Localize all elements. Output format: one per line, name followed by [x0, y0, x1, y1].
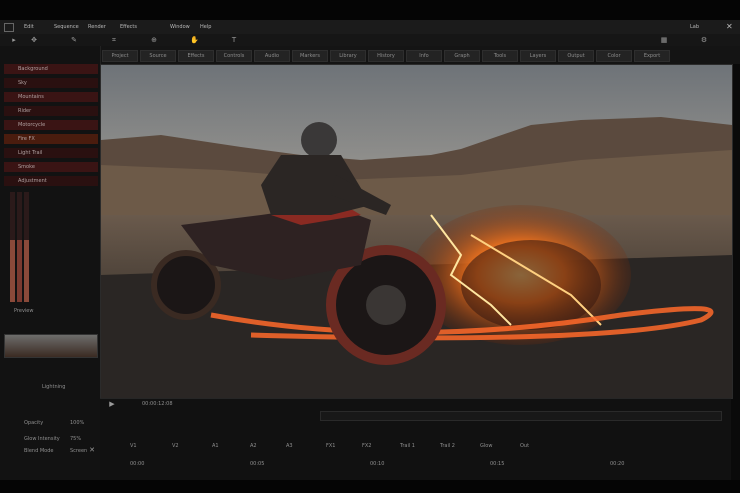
layer-row[interactable]: Sky	[4, 78, 98, 88]
layer-label: Motorcycle	[18, 122, 46, 128]
layer-row[interactable]: Smoke	[4, 162, 98, 172]
preview-thumbnail[interactable]	[4, 334, 98, 358]
settings-icon[interactable]: ⚙	[700, 36, 708, 44]
layer-row[interactable]: Background	[4, 64, 98, 74]
layer-label: Sky	[18, 80, 27, 86]
layer-row[interactable]: Motorcycle	[4, 120, 98, 130]
track-label: Trail 1	[400, 443, 415, 449]
menu-item-help[interactable]: Help	[200, 24, 211, 30]
timecode-marker: 00:20	[610, 461, 625, 467]
track-label: A1	[212, 443, 219, 449]
tab-output[interactable]: Output	[558, 50, 594, 62]
crop-tool-icon[interactable]: ⌗	[110, 36, 118, 44]
value-blend[interactable]: Screen	[70, 448, 87, 454]
layer-label: Light Trail	[18, 150, 43, 156]
scene-image	[101, 65, 732, 398]
track-label: A3	[286, 443, 293, 449]
prop-blend: Blend Mode	[24, 448, 54, 454]
menu-bar: Edit Sequence Render Effects Window Help…	[0, 20, 740, 34]
timeline-panel: 00:00:12:08 ▶ V1 V2 A1 A2 A3 FX1 FX2 Tra…	[100, 398, 731, 481]
zoom-tool-icon[interactable]: ⊕	[150, 36, 158, 44]
layer-label: Rider	[18, 108, 32, 114]
canvas-viewer[interactable]	[100, 64, 733, 399]
track-label: Trail 2	[440, 443, 455, 449]
value-glow[interactable]: 75%	[70, 436, 81, 442]
layers-panel: Background Sky Mountains Rider Motorcycl…	[0, 46, 101, 480]
menu-item-render[interactable]: Render	[88, 24, 106, 30]
track-label: Out	[520, 443, 530, 449]
menu-item-effects[interactable]: Effects	[120, 24, 137, 30]
effect-label: Lightning	[42, 384, 66, 390]
tab-info[interactable]: Info	[406, 50, 442, 62]
time-ruler[interactable]	[320, 411, 722, 421]
select-tool-icon[interactable]: ▸	[10, 36, 18, 44]
track-label: V2	[172, 443, 179, 449]
layer-row[interactable]: Adjustment	[4, 176, 98, 186]
prop-opacity: Opacity	[24, 420, 44, 426]
tab-project[interactable]: Project	[102, 50, 138, 62]
layer-label: Fire FX	[18, 136, 35, 142]
timecode: 00:00:12:08	[142, 401, 173, 407]
text-tool-icon[interactable]: T	[230, 36, 238, 44]
status-bar	[0, 480, 740, 493]
prop-glow: Glow Intensity	[24, 436, 60, 442]
title-bar	[0, 0, 740, 20]
value-opacity[interactable]: 100%	[70, 420, 84, 426]
track-label: A2	[250, 443, 257, 449]
blend-meter[interactable]	[24, 192, 29, 302]
grid-icon[interactable]: ▦	[660, 36, 668, 44]
tab-graph[interactable]: Graph	[444, 50, 480, 62]
layer-label: Adjustment	[18, 178, 47, 184]
pen-tool-icon[interactable]: ✎	[70, 36, 78, 44]
tab-color[interactable]: Color	[596, 50, 632, 62]
app-icon[interactable]	[4, 23, 14, 32]
layer-label: Smoke	[18, 164, 35, 170]
tab-effects[interactable]: Effects	[178, 50, 214, 62]
menu-item-window[interactable]: Window	[170, 24, 190, 30]
track-label: FX2	[362, 443, 372, 449]
track-label: V1	[130, 443, 137, 449]
reset-icon[interactable]: ✕	[88, 446, 96, 454]
track-label: FX1	[326, 443, 336, 449]
tab-markers[interactable]: Markers	[292, 50, 328, 62]
opacity-meter[interactable]	[10, 192, 15, 302]
layer-row[interactable]: Light Trail	[4, 148, 98, 158]
workspace-label[interactable]: Lab	[690, 24, 699, 30]
layer-row[interactable]: Fire FX	[4, 134, 98, 144]
timecode-marker: 00:10	[370, 461, 385, 467]
hand-tool-icon[interactable]: ✋	[190, 36, 199, 44]
tab-controls[interactable]: Controls	[216, 50, 252, 62]
panel-tabs: Project Source Effects Controls Audio Ma…	[100, 46, 740, 64]
tab-tools[interactable]: Tools	[482, 50, 518, 62]
menu-item-edit[interactable]: Edit	[24, 24, 34, 30]
move-tool-icon[interactable]: ✥	[30, 36, 38, 44]
tab-source[interactable]: Source	[140, 50, 176, 62]
layer-label: Background	[18, 66, 48, 72]
preview-label: Preview	[14, 308, 34, 314]
layer-row[interactable]: Rider	[4, 106, 98, 116]
close-icon[interactable]: ✕	[726, 22, 733, 31]
timecode-marker: 00:00	[130, 461, 145, 467]
tab-audio[interactable]: Audio	[254, 50, 290, 62]
glow-meter[interactable]	[17, 192, 22, 302]
menu-item-sequence[interactable]: Sequence	[54, 24, 79, 30]
tab-history[interactable]: History	[368, 50, 404, 62]
timecode-marker: 00:05	[250, 461, 265, 467]
layer-row[interactable]: Mountains	[4, 92, 98, 102]
track-label: Glow	[480, 443, 493, 449]
layer-label: Mountains	[18, 94, 44, 100]
play-icon[interactable]: ▶	[108, 400, 116, 408]
tab-layers[interactable]: Layers	[520, 50, 556, 62]
tab-export[interactable]: Export	[634, 50, 670, 62]
tab-library[interactable]: Library	[330, 50, 366, 62]
timecode-marker: 00:15	[490, 461, 505, 467]
